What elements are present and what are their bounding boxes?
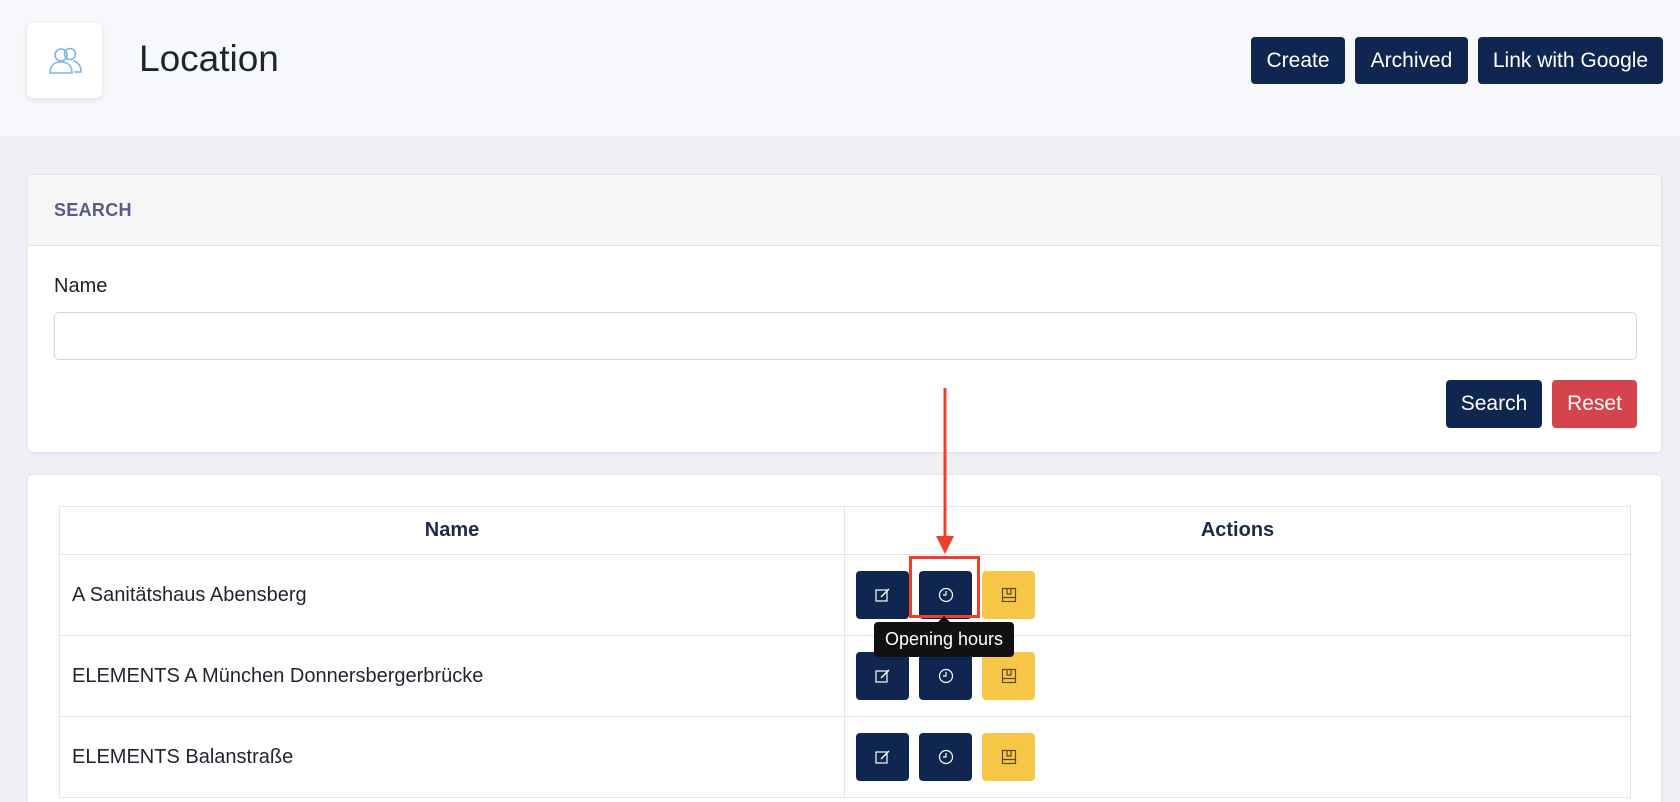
edit-button[interactable]	[856, 652, 909, 700]
search-card: SEARCH Name Search Reset	[27, 174, 1662, 453]
reset-button[interactable]: Reset	[1552, 380, 1637, 428]
users-icon	[27, 23, 102, 98]
column-header-name: Name	[59, 506, 845, 555]
link-with-google-button[interactable]: Link with Google	[1478, 37, 1663, 84]
archive-button[interactable]	[982, 571, 1035, 619]
archive-icon	[1001, 587, 1016, 603]
archive-button[interactable]	[982, 652, 1035, 700]
location-name: ELEMENTS A München Donnersbergerbrücke	[59, 635, 845, 717]
clock-icon	[938, 587, 953, 603]
actions-cell	[844, 716, 1631, 798]
locations-table: Name Actions A Sanitätshaus Abensberg EL…	[59, 506, 1631, 798]
opening-hours-button[interactable]	[919, 733, 972, 781]
table-row: A Sanitätshaus Abensberg	[59, 554, 1631, 636]
table-row: ELEMENTS A München Donnersbergerbrücke	[59, 635, 1631, 717]
opening-hours-button[interactable]	[919, 652, 972, 700]
edit-button[interactable]	[856, 571, 909, 619]
opening-hours-button[interactable]	[919, 571, 972, 619]
archive-button[interactable]	[982, 733, 1035, 781]
name-label: Name	[54, 275, 108, 297]
page-header: Location Create Archived Link with Googl…	[0, 0, 1680, 136]
edit-icon	[874, 588, 889, 602]
archive-icon	[1001, 749, 1016, 765]
location-name: ELEMENTS Balanstraße	[59, 716, 845, 798]
archived-button[interactable]: Archived	[1355, 37, 1468, 84]
edit-icon	[874, 750, 889, 764]
archive-icon	[1001, 668, 1016, 684]
page-title: Location	[139, 38, 279, 79]
column-header-actions: Actions	[844, 506, 1631, 555]
name-search-input[interactable]	[54, 312, 1637, 360]
location-name: A Sanitätshaus Abensberg	[59, 554, 845, 636]
create-button[interactable]: Create	[1251, 37, 1345, 84]
clock-icon	[938, 668, 953, 684]
opening-hours-tooltip: Opening hours	[874, 616, 1014, 657]
clock-icon	[938, 749, 953, 765]
edit-button[interactable]	[856, 733, 909, 781]
edit-icon	[874, 669, 889, 683]
locations-table-card: Name Actions A Sanitätshaus Abensberg EL…	[27, 474, 1662, 802]
search-button[interactable]: Search	[1446, 380, 1542, 428]
search-heading: SEARCH	[28, 175, 1661, 246]
table-row: ELEMENTS Balanstraße	[59, 716, 1631, 798]
